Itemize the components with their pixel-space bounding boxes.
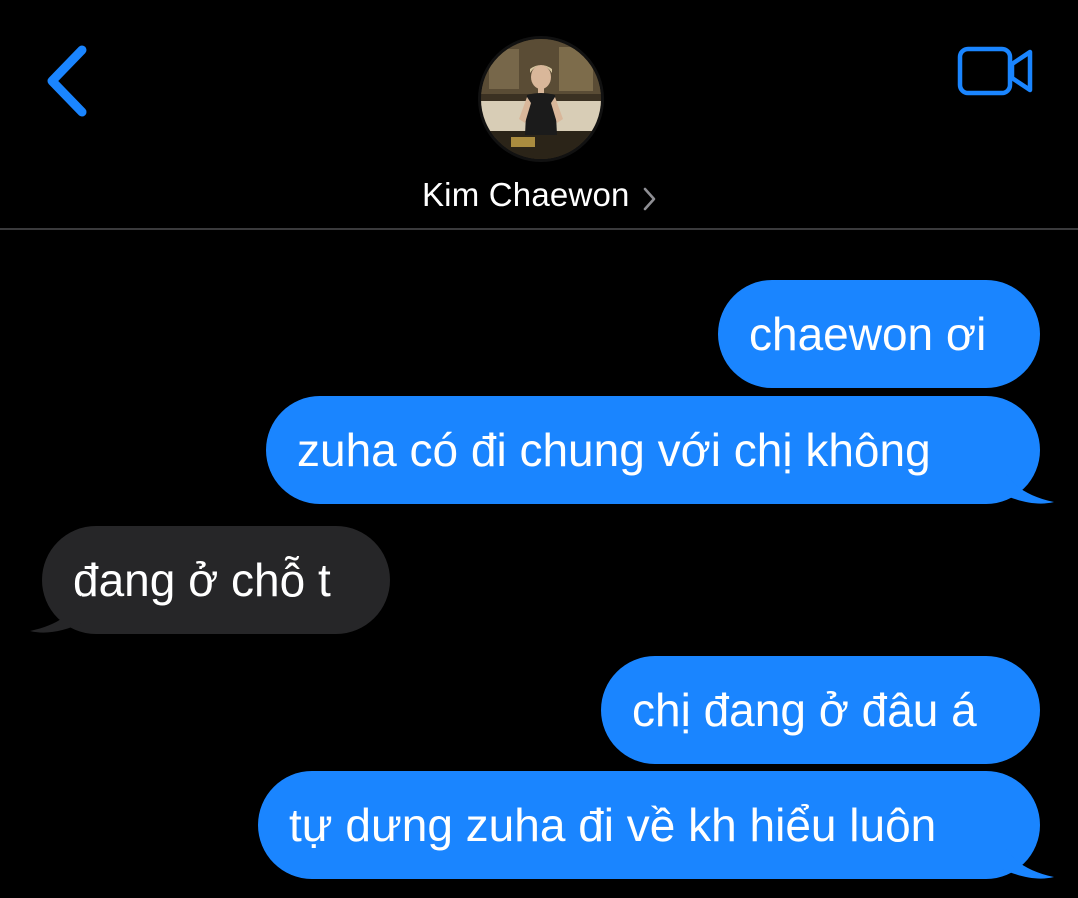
- message-list[interactable]: chaewon ơi zuha có đi chung với chị khôn…: [0, 230, 1078, 898]
- contact-name: Kim Chaewon: [421, 176, 630, 213]
- facetime-video-button[interactable]: [956, 44, 1036, 100]
- video-camera-icon: [957, 46, 1033, 96]
- message-text: đang ở chỗ t: [73, 554, 331, 606]
- back-button[interactable]: [40, 40, 100, 120]
- contact-avatar[interactable]: [478, 36, 604, 162]
- sent-bubble-tail: [1002, 466, 1054, 504]
- chevron-right-icon: [643, 187, 656, 211]
- contact-name-button[interactable]: Kim Chaewon: [0, 176, 1078, 214]
- message-bubble-sent[interactable]: zuha có đi chung với chị không: [266, 396, 1040, 504]
- message-bubble-sent[interactable]: chị đang ở đâu á: [601, 656, 1040, 764]
- message-text: chị đang ở đâu á: [632, 684, 977, 736]
- avatar-photo: [481, 39, 601, 159]
- message-bubble-sent[interactable]: chaewon ơi: [718, 280, 1040, 388]
- sent-bubble-tail: [1002, 841, 1054, 879]
- message-text: chaewon ơi: [749, 308, 987, 360]
- message-text: tự dưng zuha đi về kh hiểu luôn: [289, 799, 937, 851]
- message-bubble-sent[interactable]: tự dưng zuha đi về kh hiểu luôn: [258, 771, 1040, 879]
- received-bubble-tail: [30, 595, 82, 633]
- conversation-header: Kim Chaewon: [0, 0, 1078, 230]
- message-bubble-received[interactable]: đang ở chỗ t: [42, 526, 390, 634]
- chevron-left-icon: [47, 45, 87, 117]
- message-text: zuha có đi chung với chị không: [297, 424, 931, 476]
